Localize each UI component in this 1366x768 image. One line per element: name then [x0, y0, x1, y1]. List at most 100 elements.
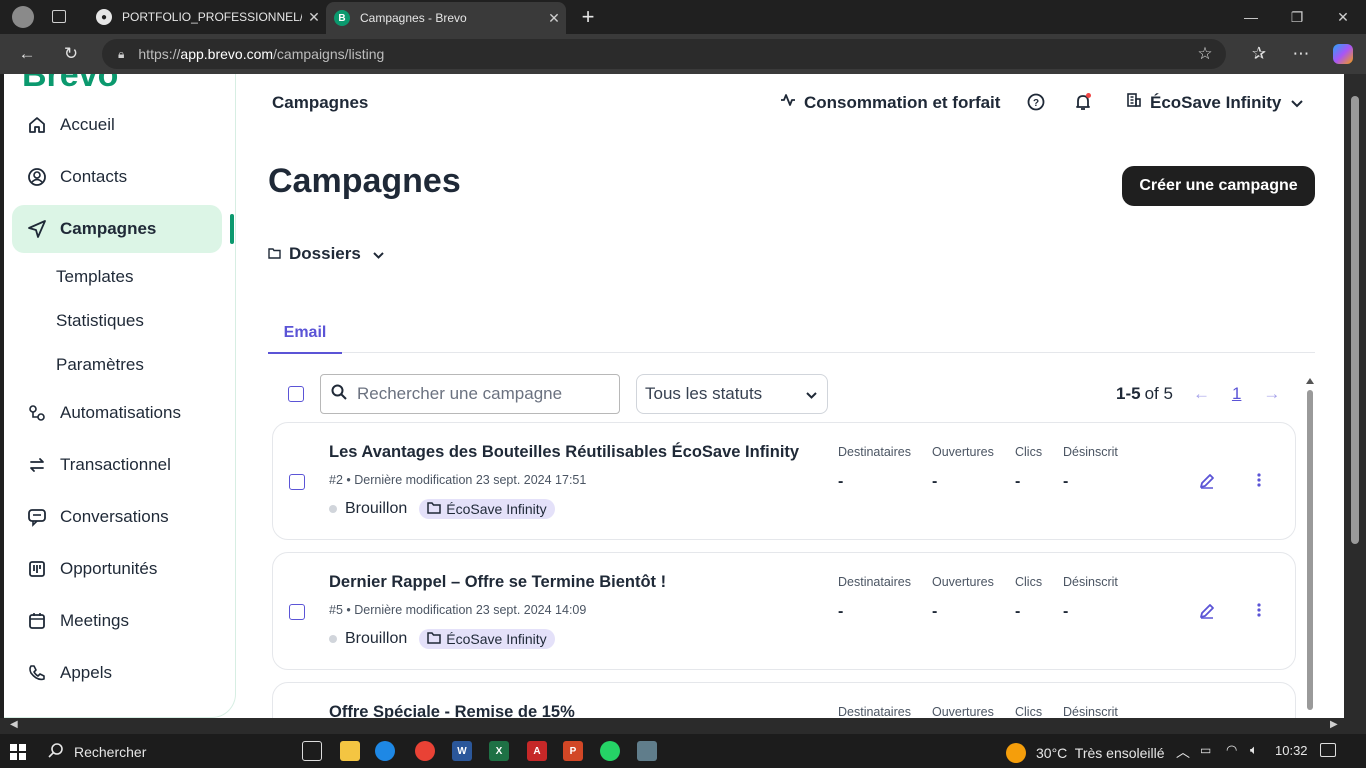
tab-email[interactable]: Email [268, 314, 342, 354]
more-options-icon[interactable] [1257, 473, 1261, 492]
remote-desktop-icon[interactable] [637, 741, 657, 761]
refresh-icon[interactable]: ↻ [56, 40, 86, 68]
back-icon[interactable]: ← [12, 40, 42, 68]
metric-label-unsub: Désinscrit [1063, 705, 1118, 718]
sidebar-item-statistiques[interactable]: Statistiques [56, 306, 144, 336]
volume-icon[interactable]: 🔈︎ [1250, 742, 1258, 758]
metric-value-recipients: - [838, 473, 844, 490]
sidebar-item-meetings[interactable]: Meetings [12, 597, 222, 645]
window-close-icon[interactable]: ✕ [1320, 0, 1366, 34]
page-title: Campagnes [268, 162, 461, 200]
campaign-title[interactable]: Dernier Rappel – Offre se Termine Bientô… [329, 573, 666, 592]
arrow-left-icon[interactable]: ← [1193, 384, 1210, 404]
sidebar-item-appels[interactable]: Appels [12, 649, 222, 697]
restore-icon[interactable]: ❐ [1274, 0, 1320, 34]
chevron-up-icon[interactable]: ︿ [1176, 742, 1190, 762]
search-input[interactable]: Rechercher une campagne [320, 374, 620, 414]
minimize-icon[interactable]: — [1228, 0, 1274, 34]
powerpoint-icon[interactable]: P [563, 741, 583, 761]
horizontal-scrollbar[interactable]: ◀ ▶ [0, 718, 1366, 734]
more-menu-icon[interactable]: ⋯ [1286, 40, 1316, 68]
page-scrollbar[interactable] [1344, 74, 1366, 718]
status-label: Brouillon [345, 500, 408, 517]
new-tab-button[interactable]: + [576, 4, 600, 30]
taskbar-search-label: Rechercher [74, 743, 147, 760]
task-view-icon[interactable] [302, 741, 322, 761]
metric-value-recipients: - [838, 603, 844, 620]
board-icon [26, 558, 48, 580]
help-icon[interactable]: ? [1027, 93, 1045, 111]
active-indicator [230, 214, 234, 244]
arrow-right-icon[interactable]: → [1263, 384, 1280, 404]
metric-value-unsub: - [1063, 473, 1069, 490]
notifications-icon[interactable] [1320, 743, 1336, 757]
campaign-meta: #2 • Dernière modification 23 sept. 2024… [329, 473, 587, 487]
wifi-icon[interactable]: ◠ [1226, 742, 1237, 758]
campaign-card[interactable]: Offre Spéciale - Remise de 15% Destinata… [272, 682, 1296, 718]
tab-github[interactable]: ● PORTFOLIO_PROFESSIONNEL/ass ✕ [88, 0, 326, 34]
close-icon[interactable]: ✕ [542, 10, 566, 27]
sidebar-item-campagnes[interactable]: Campagnes [12, 205, 222, 253]
bell-icon[interactable] [1073, 92, 1093, 112]
excel-icon[interactable]: X [489, 741, 509, 761]
sidebar-item-templates[interactable]: Templates [56, 262, 133, 292]
scroll-left-icon[interactable]: ◀ [10, 719, 18, 730]
campaign-title[interactable]: Offre Spéciale - Remise de 15% [329, 703, 575, 718]
tab-actions-icon[interactable] [52, 10, 66, 23]
folder-tag[interactable]: ÉcoSave Infinity [419, 629, 555, 649]
campaign-id: #2 [329, 473, 343, 487]
chrome-icon[interactable] [415, 741, 435, 761]
metric-label-unsub: Désinscrit [1063, 445, 1118, 459]
sidebar-item-conversations[interactable]: Conversations [12, 493, 222, 541]
sidebar-item-automatisations[interactable]: Automatisations [12, 389, 222, 437]
browser-tab-strip: ● PORTFOLIO_PROFESSIONNEL/ass ✕ B Campag… [0, 0, 1366, 34]
clock[interactable]: 10:32 [1275, 743, 1308, 758]
edit-pencil-icon[interactable] [1199, 473, 1215, 494]
scroll-thumb[interactable] [1307, 390, 1313, 710]
url-field[interactable]: 🔒︎ https://app.brevo.com/campaigns/listi… [102, 39, 1226, 69]
favorite-star-icon[interactable]: ☆ [1190, 40, 1220, 68]
sidebar-item-accueil[interactable]: Accueil [12, 101, 222, 149]
scroll-right-icon[interactable]: ▶ [1330, 719, 1338, 730]
windows-start-icon[interactable] [10, 744, 26, 760]
account-menu[interactable]: ÉcoSave Infinity [1126, 92, 1304, 113]
sidebar: Brevo Accueil Contacts Campagnes Templat… [4, 74, 236, 718]
campaign-checkbox[interactable] [289, 474, 305, 490]
metric-value-opens: - [932, 473, 938, 490]
edge-icon[interactable] [375, 741, 395, 761]
select-all-checkbox[interactable] [288, 386, 304, 402]
sidebar-item-opportunites[interactable]: Opportunités [12, 545, 222, 593]
sidebar-item-label: Campagnes [60, 219, 157, 238]
status-filter-select[interactable]: Tous les statuts [636, 374, 828, 414]
create-campaign-button[interactable]: Créer une campagne [1122, 166, 1315, 206]
profile-avatar[interactable] [12, 6, 34, 28]
sidebar-item-transactionnel[interactable]: Transactionnel [12, 441, 222, 489]
tab-brevo[interactable]: B Campagnes - Brevo ✕ [326, 2, 566, 34]
campaign-card[interactable]: Les Avantages des Bouteilles Réutilisabl… [272, 422, 1296, 540]
list-scrollbar[interactable] [1306, 376, 1314, 718]
consumption-link[interactable]: Consommation et forfait [780, 92, 1000, 113]
copilot-icon[interactable] [1333, 44, 1353, 64]
file-explorer-icon[interactable] [340, 741, 360, 761]
pager-current-page[interactable]: 1 [1232, 384, 1241, 404]
campaign-checkbox[interactable] [289, 604, 305, 620]
page-scroll-thumb[interactable] [1351, 96, 1359, 544]
campaign-title[interactable]: Les Avantages des Bouteilles Réutilisabl… [329, 443, 799, 462]
close-icon[interactable]: ✕ [302, 9, 326, 26]
acrobat-icon[interactable]: A [527, 741, 547, 761]
more-options-icon[interactable] [1257, 603, 1261, 622]
sidebar-item-contacts[interactable]: Contacts [12, 153, 222, 201]
scroll-up-icon[interactable] [1306, 378, 1314, 384]
edit-pencil-icon[interactable] [1199, 603, 1215, 624]
campaign-card[interactable]: Dernier Rappel – Offre se Termine Bientô… [272, 552, 1296, 670]
word-icon[interactable]: W [452, 741, 472, 761]
sidebar-item-parametres[interactable]: Paramètres [56, 350, 144, 380]
whatsapp-icon[interactable] [600, 741, 620, 761]
taskbar-search[interactable]: Rechercher [48, 742, 146, 761]
folders-dropdown[interactable]: Dossiers [268, 244, 384, 264]
folder-tag[interactable]: ÉcoSave Infinity [419, 499, 555, 519]
favorites-icon[interactable]: ✰ [1244, 40, 1274, 68]
battery-icon[interactable]: ▭ [1200, 743, 1211, 757]
sidebar-item-label: Opportunités [60, 559, 158, 578]
weather-widget[interactable]: 30°C Très ensoleillé [1006, 743, 1165, 763]
